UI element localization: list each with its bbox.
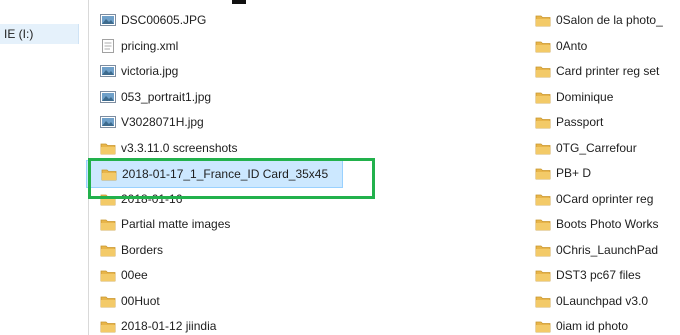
image-file-icon: [100, 115, 116, 129]
folder-icon: [535, 192, 551, 206]
list-item[interactable]: pricing.xml: [100, 37, 178, 55]
list-item[interactable]: V3028071H.jpg: [100, 113, 204, 131]
list-item[interactable]: Passport: [535, 113, 603, 131]
file-explorer-window: IE (I:) DSC00605.JPG pricing.xml victoria.…: [0, 0, 680, 335]
list-item-selected[interactable]: 2018-01-17_1_France_ID Card_35x45: [86, 160, 344, 188]
file-name-label: pricing.xml: [121, 38, 179, 53]
folder-icon: [100, 294, 116, 308]
folder-icon: [535, 141, 551, 155]
file-name-label: 0Card oprinter reg: [556, 191, 654, 206]
list-item[interactable]: 0Salon de la photo_: [535, 11, 663, 29]
list-item[interactable]: victoria.jpg: [100, 62, 178, 80]
file-name-label: 0iam id photo: [556, 319, 629, 333]
file-name-label: DST3 pc67 files: [556, 268, 641, 282]
list-item[interactable]: 00Huot: [100, 292, 160, 310]
list-item[interactable]: 2018-01-12 jiindia: [100, 317, 216, 335]
file-name-label: Dominique: [556, 89, 614, 104]
list-item[interactable]: 0TG_Carrefour: [535, 139, 637, 157]
folder-icon: [101, 167, 117, 181]
file-name-label: 2018-01-16: [121, 191, 183, 206]
folder-icon: [535, 13, 551, 27]
folder-icon: [535, 90, 551, 104]
folder-icon: [535, 319, 551, 333]
folder-icon: [100, 243, 116, 257]
xml-file-icon: [100, 38, 116, 53]
folder-icon: [100, 192, 116, 206]
file-name-label: PB+ D: [556, 166, 592, 180]
list-item[interactable]: 0Chris_LaunchPad: [535, 241, 658, 259]
file-name-label: 00ee: [121, 268, 148, 282]
list-item[interactable]: 2018-01-16: [100, 190, 182, 208]
file-name-label: 0Salon de la photo_: [556, 13, 663, 27]
folder-icon: [100, 319, 116, 333]
folder-icon: [535, 268, 551, 282]
list-item[interactable]: 0iam id photo: [535, 317, 628, 335]
list-item[interactable]: PB+ D: [535, 164, 591, 182]
file-name-label: Borders: [121, 242, 164, 257]
cursor-fragment: [232, 0, 246, 4]
folder-icon: [535, 39, 551, 53]
file-name-label: 00Huot: [121, 293, 160, 308]
list-item[interactable]: Boots Photo Works: [535, 215, 659, 233]
image-file-icon: [100, 90, 116, 104]
file-name-label: Card printer reg set: [556, 64, 660, 78]
folder-icon: [100, 217, 116, 231]
list-item[interactable]: 0Launchpad v3.0: [535, 292, 648, 310]
nav-item-label: IE (I:): [4, 27, 34, 41]
image-file-icon: [100, 13, 116, 27]
folder-icon: [535, 243, 551, 257]
folder-icon: [535, 64, 551, 78]
file-name-label: victoria.jpg: [121, 64, 179, 78]
nav-item-drive[interactable]: IE (I:): [0, 24, 79, 44]
file-name-label: Boots Photo Works: [556, 217, 659, 231]
navigation-pane[interactable]: IE (I:): [0, 0, 89, 335]
list-item[interactable]: Borders: [100, 241, 163, 259]
folder-icon: [535, 217, 551, 231]
file-name-label: Partial matte images: [121, 217, 231, 231]
folder-icon: [100, 141, 116, 155]
file-name-label: 0Chris_LaunchPad: [556, 242, 659, 257]
file-name-label: 0Launchpad v3.0: [556, 293, 649, 308]
folder-icon: [535, 294, 551, 308]
file-name-label: 2018-01-12 jiindia: [121, 319, 217, 333]
file-name-label: V3028071H.jpg: [121, 115, 204, 129]
list-item[interactable]: 0Card oprinter reg: [535, 190, 653, 208]
list-item[interactable]: 00ee: [100, 266, 148, 284]
folder-icon: [100, 268, 116, 282]
list-item[interactable]: DST3 pc67 files: [535, 266, 641, 284]
folder-icon: [535, 166, 551, 180]
folder-icon: [535, 115, 551, 129]
file-name-label: v3.3.11.0 screenshots: [121, 140, 238, 155]
file-name-label: 053_portrait1.jpg: [121, 89, 212, 104]
file-name-label: DSC00605.JPG: [121, 13, 207, 27]
list-item[interactable]: v3.3.11.0 screenshots: [100, 139, 238, 157]
list-item[interactable]: Dominique: [535, 88, 613, 106]
list-item[interactable]: Card printer reg set: [535, 62, 659, 80]
list-item[interactable]: DSC00605.JPG: [100, 11, 206, 29]
file-name-label: 2018-01-17_1_France_ID Card_35x45: [122, 167, 329, 181]
list-item[interactable]: 053_portrait1.jpg: [100, 88, 211, 106]
file-name-label: 0Anto: [556, 38, 588, 53]
list-item[interactable]: Partial matte images: [100, 215, 230, 233]
file-name-label: Passport: [556, 115, 604, 129]
file-name-label: 0TG_Carrefour: [556, 140, 637, 155]
image-file-icon: [100, 64, 116, 78]
list-item[interactable]: 0Anto: [535, 37, 587, 55]
